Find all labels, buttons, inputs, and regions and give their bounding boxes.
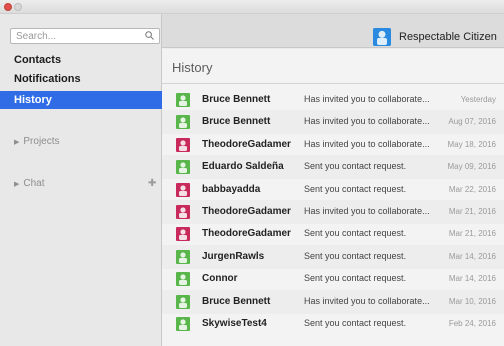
history-row-date: Mar 10, 2016 xyxy=(448,296,496,306)
disclosure-triangle-icon: ▶ xyxy=(14,139,20,146)
history-row-name: SkywiseTest4 xyxy=(202,318,267,329)
avatar xyxy=(176,317,190,331)
window-close-button[interactable] xyxy=(4,3,12,11)
history-row[interactable]: Eduardo Saldeña Sent you contact request.… xyxy=(162,155,504,180)
history-row[interactable]: TheodoreGadamer Sent you contact request.… xyxy=(162,222,504,246)
history-row-message: Has invited you to collaborate... xyxy=(304,206,430,216)
history-row-message: Sent you contact request. xyxy=(304,318,407,328)
history-row-message: Has invited you to collaborate... xyxy=(304,94,430,104)
history-row-message: Has invited you to collaborate... xyxy=(304,116,430,127)
sidebar-item-contacts[interactable]: Contacts xyxy=(0,51,162,69)
sidebar-group-label: Chat xyxy=(23,178,45,189)
history-row[interactable]: Bruce Bennett Has invited you to collabor… xyxy=(162,289,504,314)
avatar xyxy=(176,182,190,197)
avatar xyxy=(176,227,190,242)
history-row[interactable]: babbayadda Sent you contact request. Mar 2… xyxy=(162,178,504,202)
history-row-message: Sent you contact request. xyxy=(304,228,407,239)
history-row-name: Bruce Bennett xyxy=(202,295,271,307)
history-row-name: Eduardo Saldeña xyxy=(202,161,284,173)
sidebar-group-projects[interactable]: ▶ Projects xyxy=(14,136,60,147)
history-row-date: Aug 07, 2016 xyxy=(448,117,496,127)
history-row-message: Has invited you to collaborate... xyxy=(304,295,430,306)
history-row-message: Sent you contact request. xyxy=(304,161,407,172)
window-minimize-button[interactable] xyxy=(14,3,22,11)
app-window: Search... Contacts Notifications History… xyxy=(0,0,504,346)
avatar xyxy=(176,115,190,130)
avatar xyxy=(176,137,190,152)
history-row[interactable]: SkywiseTest4 Sent you contact request. Feb… xyxy=(162,312,504,336)
history-row-name: Connor xyxy=(202,273,238,285)
history-row-message: Has invited you to collaborate... xyxy=(304,138,430,149)
history-row-message: Sent you contact request. xyxy=(304,273,407,284)
history-row-name: babbayadda xyxy=(202,183,261,195)
history-row-date: Mar 21, 2016 xyxy=(448,207,496,216)
history-row-name: Bruce Bennett xyxy=(202,94,271,105)
history-row[interactable]: JurgenRawls Sent you contact request. Mar … xyxy=(162,244,504,269)
section-divider xyxy=(162,83,504,84)
history-row-message: Sent you contact request. xyxy=(304,250,407,261)
history-row-date: Yesterday xyxy=(460,95,496,104)
history-row[interactable]: Bruce Bennett Has invited you to collabor… xyxy=(162,88,504,112)
plus-icon[interactable]: ✚ xyxy=(148,178,156,189)
history-row-date: Mar 14, 2016 xyxy=(448,251,496,261)
search-input[interactable]: Search... xyxy=(10,28,160,44)
history-row-date: Mar 14, 2016 xyxy=(448,274,496,284)
history-row-name: JurgenRawls xyxy=(202,250,265,262)
search-placeholder: Search... xyxy=(16,31,57,42)
avatar xyxy=(176,160,190,175)
avatar xyxy=(176,93,190,107)
sidebar-group-chat[interactable]: ▶ Chat xyxy=(14,178,45,189)
sidebar-item-notifications[interactable]: Notifications xyxy=(0,70,162,88)
sidebar-item-history[interactable]: History xyxy=(0,91,162,109)
history-row-date: May 09, 2016 xyxy=(447,162,496,172)
history-row[interactable]: TheodoreGadamer Has invited you to collab… xyxy=(162,133,504,157)
avatar xyxy=(373,28,391,46)
history-row-date: Feb 24, 2016 xyxy=(448,319,496,328)
disclosure-triangle-icon: ▶ xyxy=(14,181,20,188)
avatar xyxy=(176,205,190,219)
avatar xyxy=(176,294,190,309)
window-titlebar xyxy=(0,0,504,14)
user-profile[interactable]: Respectable Citizen xyxy=(373,28,499,46)
avatar xyxy=(176,249,190,264)
history-row-message: Sent you contact request. xyxy=(304,183,407,194)
history-row-date: Mar 21, 2016 xyxy=(448,229,496,239)
history-row[interactable]: Connor Sent you contact request. Mar 14, 2… xyxy=(162,267,504,291)
history-row-name: TheodoreGadamer xyxy=(202,138,291,150)
history-row-date: May 18, 2016 xyxy=(447,139,496,149)
history-row[interactable]: Bruce Bennett Has invited you to collabor… xyxy=(162,110,504,135)
sidebar-group-label: Projects xyxy=(23,136,60,147)
user-name: Respectable Citizen xyxy=(399,31,497,43)
search-icon[interactable] xyxy=(145,31,154,40)
history-row-date: Mar 22, 2016 xyxy=(448,184,496,194)
history-row[interactable]: TheodoreGadamer Has invited you to collab… xyxy=(162,200,504,224)
history-row-name: TheodoreGadamer xyxy=(202,228,291,240)
page-title: History xyxy=(172,60,213,75)
avatar xyxy=(176,272,190,287)
history-row-name: TheodoreGadamer xyxy=(202,206,291,217)
history-row-name: Bruce Bennett xyxy=(202,116,271,128)
